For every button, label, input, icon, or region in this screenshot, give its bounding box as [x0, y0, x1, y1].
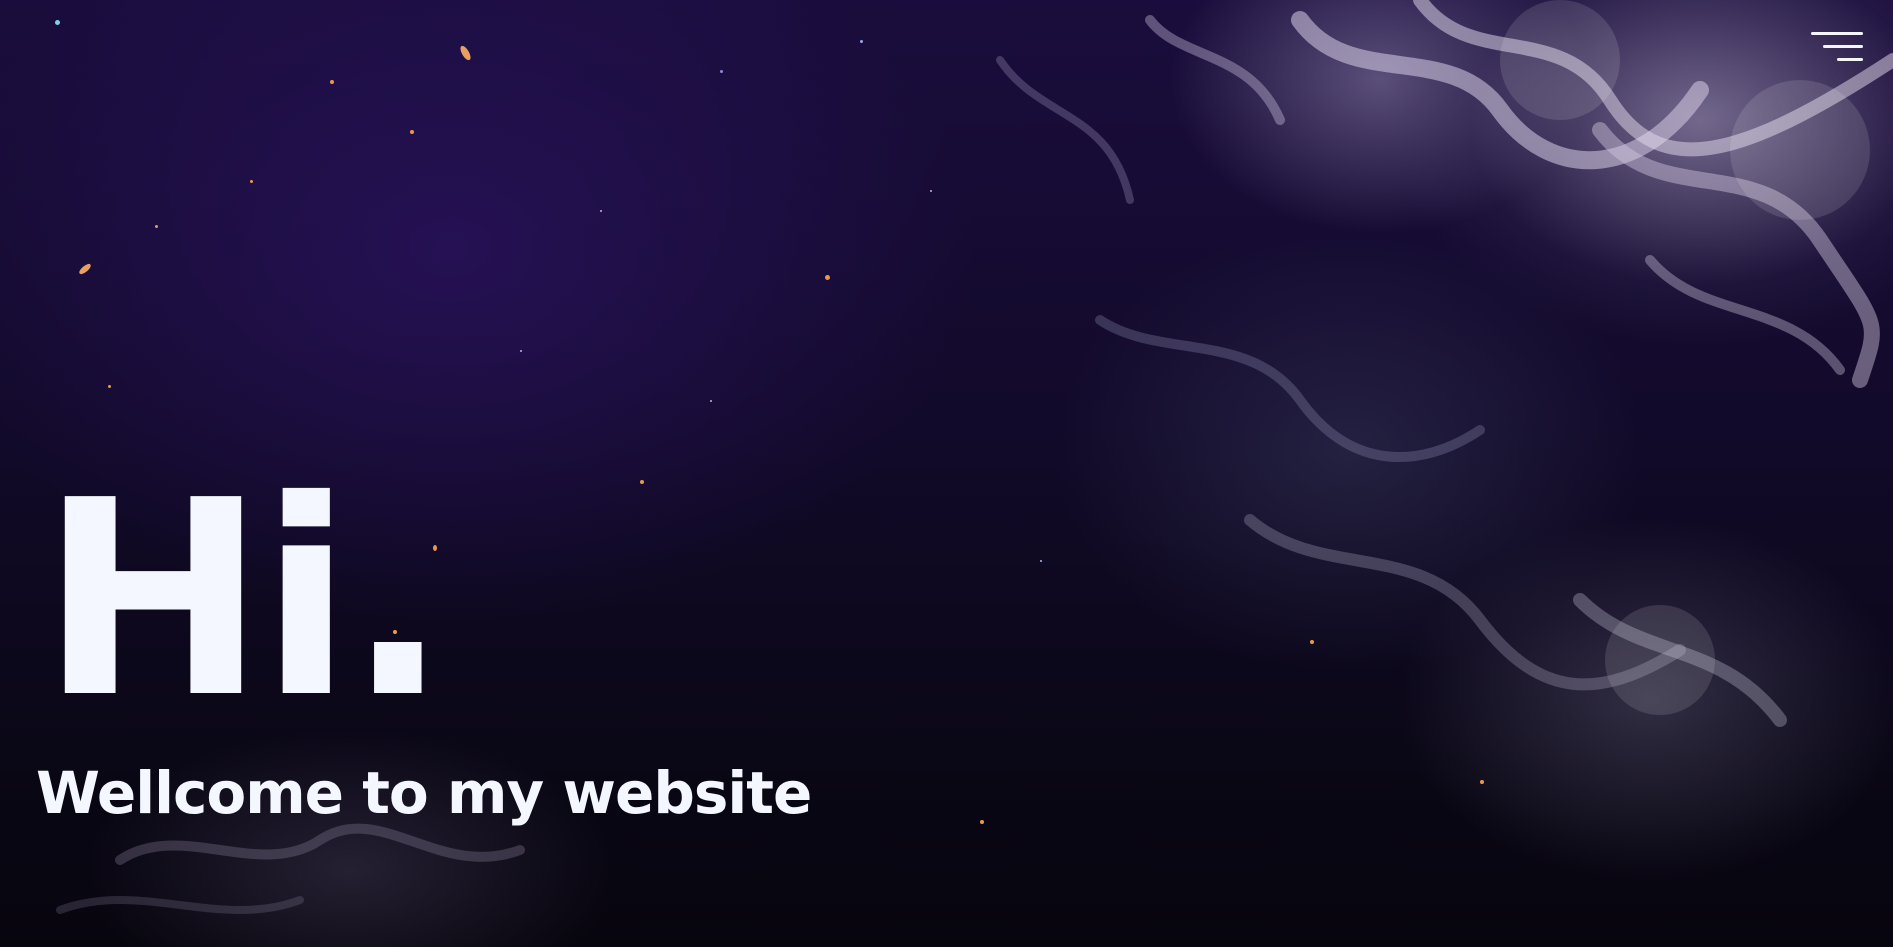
menu-bar-line: [1823, 45, 1863, 48]
hero-subtitle: Wellcome to my website: [36, 759, 812, 827]
star-speck: [930, 190, 932, 192]
star-speck: [108, 385, 111, 388]
star-speck: [825, 275, 830, 280]
star-speck: [1480, 780, 1484, 784]
star-speck: [410, 130, 414, 134]
star-speck: [155, 225, 158, 228]
star-speck: [77, 262, 93, 276]
star-speck: [710, 400, 712, 402]
star-speck: [640, 480, 644, 484]
hero-section: Hi. Wellcome to my website: [0, 0, 1893, 947]
menu-bar-line: [1837, 58, 1863, 61]
star-speck: [860, 40, 863, 43]
star-speck: [1040, 560, 1042, 562]
menu-bar-line: [1811, 32, 1863, 35]
star-speck: [720, 70, 723, 73]
star-speck: [1310, 640, 1314, 644]
star-speck: [600, 210, 602, 212]
star-speck: [55, 20, 60, 25]
star-speck: [458, 44, 473, 62]
star-speck: [980, 820, 984, 824]
hamburger-menu-icon[interactable]: [1811, 30, 1863, 66]
hero-title: Hi.: [40, 442, 449, 757]
star-speck: [330, 80, 334, 84]
star-speck: [520, 350, 522, 352]
star-speck: [250, 180, 253, 183]
